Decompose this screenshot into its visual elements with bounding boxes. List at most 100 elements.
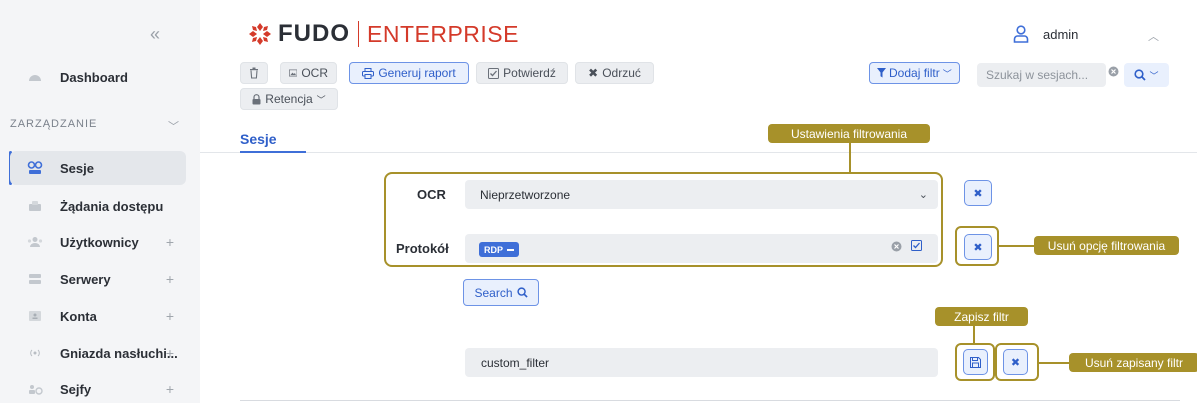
chevron-down-icon: ﹀ bbox=[168, 121, 180, 133]
active-tab-underline bbox=[240, 151, 306, 153]
sidebar-item-label: Żądania dostępu bbox=[60, 198, 164, 214]
image-icon bbox=[289, 69, 298, 77]
listeners-icon bbox=[24, 347, 46, 359]
search-submit-label: Search bbox=[474, 285, 513, 300]
remove-tag-icon[interactable] bbox=[507, 248, 515, 251]
protocol-tag-label: RDP bbox=[484, 244, 504, 255]
sidebar-item-access-requests[interactable]: Żądania dostępu bbox=[10, 189, 186, 223]
sidebar-item-users[interactable]: Użytkownicy + bbox=[10, 225, 186, 259]
logo-edition: ENTERPRISE bbox=[367, 20, 519, 47]
callout-remove-saved-filter: Usuń zapisany filtr bbox=[1069, 353, 1197, 372]
close-icon: ✖ bbox=[973, 241, 983, 254]
chevron-down-icon: ⌄ bbox=[918, 189, 928, 201]
retention-button[interactable]: Retencja ﹀ bbox=[240, 88, 338, 110]
search-button[interactable]: ﹀ bbox=[1124, 63, 1169, 87]
callout-connector bbox=[973, 326, 975, 343]
add-listener-icon[interactable]: + bbox=[166, 345, 174, 361]
sidebar-item-label: Dashboard bbox=[60, 69, 128, 85]
search-icon bbox=[1134, 69, 1147, 81]
session-search-input[interactable]: Szukaj w sesjach... bbox=[977, 63, 1106, 87]
logo-brand: FUDO bbox=[278, 20, 350, 47]
add-safe-icon[interactable]: + bbox=[166, 381, 174, 397]
add-server-icon[interactable]: + bbox=[166, 271, 174, 287]
sidebar-item-label: Użytkownicy bbox=[60, 234, 139, 250]
servers-icon bbox=[24, 273, 46, 285]
sidebar-item-dashboard[interactable]: Dashboard bbox=[10, 60, 186, 94]
remove-protocol-filter-button[interactable]: ✖ bbox=[964, 234, 992, 260]
saved-filter-name-input[interactable]: custom_filter bbox=[465, 348, 938, 377]
search-icon bbox=[516, 287, 528, 298]
sidebar-item-label: Sejfy bbox=[60, 381, 92, 397]
add-filter-label: Dodaj filtr bbox=[889, 66, 940, 80]
filter-icon bbox=[877, 68, 886, 78]
close-icon: ✖ bbox=[588, 66, 599, 80]
trash-icon bbox=[250, 67, 258, 79]
reject-button[interactable]: ✖ Odrzuć bbox=[575, 62, 654, 84]
retention-label: Retencja bbox=[265, 92, 313, 106]
chevron-down-icon: ﹀ bbox=[316, 94, 326, 105]
search-placeholder: Szukaj w sesjach... bbox=[986, 68, 1089, 82]
sidebar-item-label: Serwery bbox=[60, 271, 111, 287]
confirm-button[interactable]: Potwierdź bbox=[476, 62, 568, 84]
callout-connector bbox=[1039, 362, 1069, 364]
section-label: ZARZĄDZANIE bbox=[10, 118, 98, 130]
sidebar-item-safes[interactable]: Sejfy + bbox=[10, 372, 186, 403]
callout-connector bbox=[999, 245, 1034, 247]
search-submit-button[interactable]: Search bbox=[463, 279, 539, 306]
remove-saved-filter-button[interactable]: ✖ bbox=[1003, 349, 1028, 375]
add-filter-button[interactable]: Dodaj filtr ﹀ bbox=[869, 62, 960, 84]
delete-button[interactable] bbox=[240, 62, 268, 84]
clear-search-icon[interactable] bbox=[1108, 66, 1119, 80]
accounts-icon bbox=[24, 310, 46, 322]
ocr-filter-value: Nieprzetworzone bbox=[480, 187, 571, 202]
app-logo[interactable]: FUDO ENTERPRISE bbox=[248, 20, 519, 48]
sidebar-item-listeners[interactable]: Gniazda nasłuchi... + bbox=[10, 336, 186, 370]
sidebar-item-accounts[interactable]: Konta + bbox=[10, 299, 186, 333]
user-icon bbox=[1013, 25, 1029, 43]
sidebar-item-servers[interactable]: Serwery + bbox=[10, 262, 186, 296]
chevron-down-icon: ﹀ bbox=[1149, 70, 1159, 81]
collapse-sidebar-icon[interactable]: « bbox=[150, 24, 160, 45]
users-icon bbox=[24, 236, 46, 248]
lock-icon bbox=[252, 93, 261, 104]
access-requests-icon bbox=[24, 200, 46, 212]
generate-report-button[interactable]: Generuj raport bbox=[349, 62, 469, 84]
dashboard-icon bbox=[24, 72, 46, 82]
ocr-button[interactable]: OCR bbox=[280, 62, 337, 84]
generate-report-label: Generuj raport bbox=[378, 66, 456, 80]
sidebar: « Dashboard ZARZĄDZANIE ﹀ Sesje Żądania … bbox=[0, 0, 200, 403]
callout-filter-settings: Ustawienia filtrowania bbox=[768, 124, 930, 143]
fudo-logo-icon bbox=[249, 23, 271, 45]
safes-icon bbox=[24, 383, 46, 395]
chevron-down-icon: ﹀ bbox=[942, 68, 952, 79]
sidebar-item-label: Gniazda nasłuchi... bbox=[60, 345, 178, 361]
tab-sessions[interactable]: Sesje bbox=[240, 131, 277, 147]
ocr-filter-label: OCR bbox=[417, 187, 446, 202]
sidebar-item-label: Konta bbox=[60, 308, 97, 324]
clear-tags-icon[interactable] bbox=[891, 241, 902, 255]
ocr-filter-select[interactable]: Nieprzetworzone ⌄ bbox=[465, 180, 938, 209]
add-user-icon[interactable]: + bbox=[166, 234, 174, 250]
close-icon: ✖ bbox=[1010, 356, 1021, 369]
add-account-icon[interactable]: + bbox=[166, 308, 174, 324]
select-all-icon[interactable] bbox=[911, 240, 922, 254]
close-icon: ✖ bbox=[973, 187, 983, 200]
protocol-filter-label: Protokół bbox=[396, 241, 449, 256]
printer-icon bbox=[362, 67, 375, 79]
save-filter-button[interactable] bbox=[963, 349, 988, 375]
sessions-icon bbox=[24, 161, 46, 175]
remove-ocr-filter-button[interactable]: ✖ bbox=[964, 180, 992, 206]
protocol-filter-input[interactable]: RDP bbox=[465, 234, 938, 263]
section-header-management[interactable]: ZARZĄDZANIE ﹀ bbox=[10, 118, 186, 133]
protocol-tag[interactable]: RDP bbox=[479, 242, 520, 257]
chevron-up-icon[interactable]: ︿ bbox=[1148, 28, 1159, 44]
user-menu[interactable]: admin bbox=[1013, 25, 1078, 43]
callout-remove-filter-option: Usuń opcję filtrowania bbox=[1034, 236, 1179, 255]
save-icon bbox=[970, 356, 981, 368]
saved-filter-value: custom_filter bbox=[481, 355, 550, 370]
content-divider bbox=[240, 400, 1180, 401]
logo-separator bbox=[358, 21, 359, 47]
user-name: admin bbox=[1043, 26, 1079, 42]
sidebar-item-sessions[interactable]: Sesje bbox=[10, 151, 186, 185]
confirm-label: Potwierdź bbox=[503, 66, 556, 80]
